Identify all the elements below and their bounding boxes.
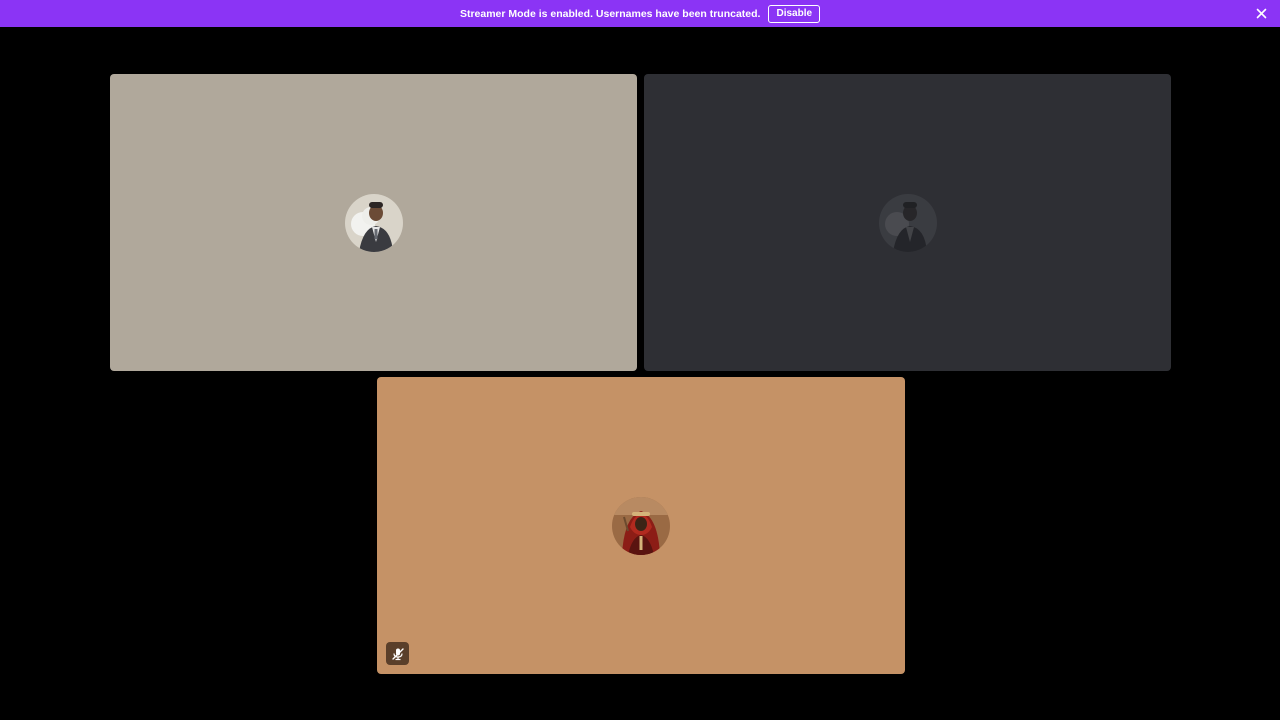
participant-tile[interactable] [110,74,637,371]
streamer-mode-message: Streamer Mode is enabled. Usernames have… [459,7,761,20]
streamer-mode-banner: Streamer Mode is enabled. Usernames have… [0,0,1280,27]
microphone-muted-icon [386,642,409,665]
participant-avatar [612,496,670,555]
disable-streamer-mode-button[interactable]: Disable [768,4,821,23]
participant-avatar [344,193,403,252]
participant-tile[interactable] [377,377,905,674]
participant-avatar [878,193,937,252]
close-icon[interactable] [1255,7,1268,20]
participant-tile[interactable] [644,74,1171,371]
